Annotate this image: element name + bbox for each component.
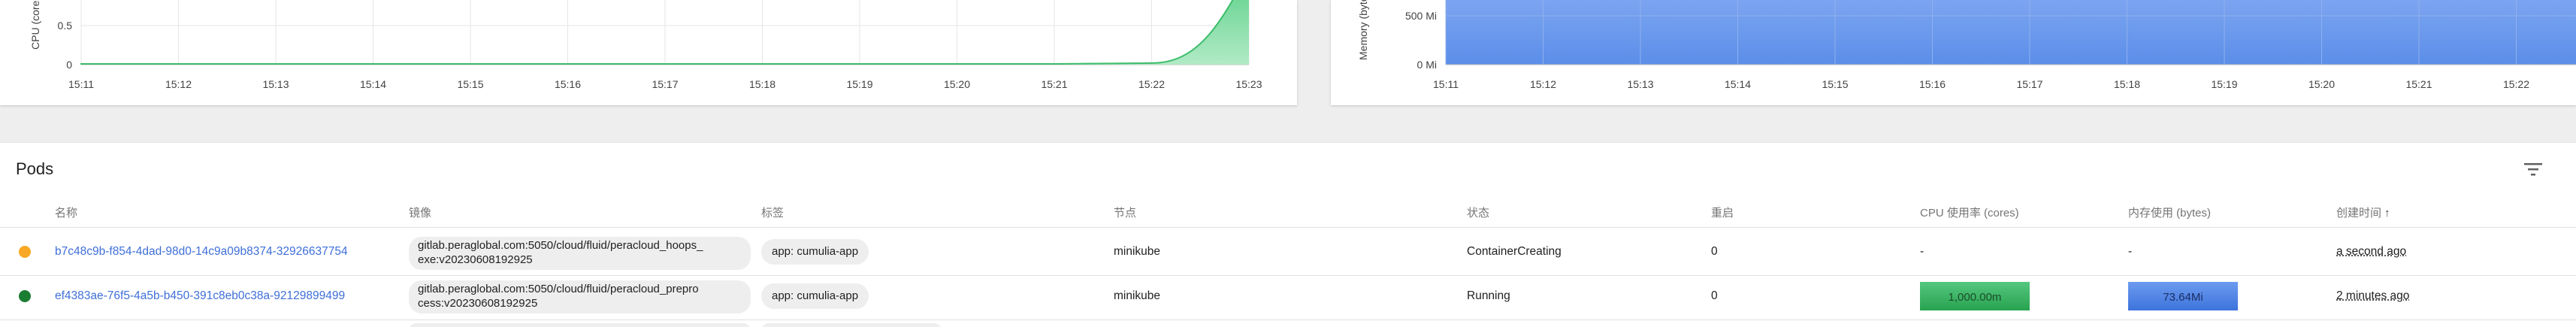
memory-x-tick-label: 15:13 xyxy=(1627,78,1653,90)
cpu-x-tick-label: 15:20 xyxy=(944,78,970,90)
memory-y-tick-label: 0 Mi xyxy=(1417,59,1437,71)
row-divider xyxy=(0,275,2576,276)
label-chip: app: cumulia-app xyxy=(761,283,869,309)
pod-image-line-2: exe:v20230608192925 xyxy=(418,253,533,266)
cpu-x-tick-label: 15:17 xyxy=(652,78,678,90)
pod-image-line-2: cess:v20230608192925 xyxy=(418,297,538,310)
running-status-icon xyxy=(19,290,31,302)
cpu-x-tick-label: 15:18 xyxy=(749,78,776,90)
cpu-x-tick-label: 15:11 xyxy=(68,78,94,90)
cpu-x-tick-label: 15:14 xyxy=(360,78,386,90)
label-chip xyxy=(761,323,942,327)
memory-y-tick-label: 500 Mi xyxy=(1405,10,1437,22)
pod-node: minikube xyxy=(1114,289,1161,302)
cpu-usage-card: 0.5 0 CPU (cores) 15:11 15:12 15:13 15:14 15:15… xyxy=(0,0,1297,105)
pod-image: gitlab.peraglobal.com:5050/cloud/fluid/p… xyxy=(418,282,699,310)
cpu-x-tick-label: 15:15 xyxy=(457,78,483,90)
column-header-image[interactable]: 镜像 xyxy=(409,204,431,220)
cpu-y-tick-label: 0 xyxy=(66,59,72,71)
pod-restarts: 0 xyxy=(1711,245,1718,258)
column-header-node[interactable]: 节点 xyxy=(1114,204,1136,220)
cpu-x-tick-label: 15:19 xyxy=(846,78,872,90)
memory-x-tick-label: 15:21 xyxy=(2405,78,2432,90)
pod-cpu-sparkline: 1,000.00m xyxy=(1920,282,2030,310)
sort-ascending-icon: ↑ xyxy=(2384,207,2390,220)
column-header-created[interactable]: 创建时间 ↑ xyxy=(2336,204,2390,220)
cpu-y-axis-label: CPU (cores) xyxy=(29,0,41,50)
memory-x-tick-label: 15:19 xyxy=(2211,78,2237,90)
column-header-status[interactable]: 状态 xyxy=(1467,204,1489,220)
memory-x-tick-label: 15:11 xyxy=(1433,78,1459,90)
pod-image-line-1: gitlab.peraglobal.com:5050/cloud/fluid/p… xyxy=(418,283,699,295)
pod-created-time: a second ago xyxy=(2336,245,2407,258)
cpu-x-tick-label: 15:13 xyxy=(262,78,289,90)
pod-image: gitlab.peraglobal.com:5050/cloud/fluid/p… xyxy=(418,238,703,267)
filter-icon[interactable] xyxy=(2522,159,2544,179)
memory-area xyxy=(1446,0,2576,65)
memory-x-tick-label: 15:18 xyxy=(2114,78,2140,90)
cpu-x-tick-label: 15:16 xyxy=(555,78,581,90)
pod-memory: 73.64Mi xyxy=(2163,291,2203,304)
pod-name-link[interactable]: b7c48c9b-f854-4dad-98d0-14c9a09b8374-329… xyxy=(55,245,348,259)
cpu-x-tick-label: 15:12 xyxy=(165,78,192,90)
column-header-labels[interactable]: 标签 xyxy=(761,204,784,220)
pending-status-icon xyxy=(19,246,31,258)
memory-usage-chart: 500 Mi 0 Mi Memory (bytes) 15:11 15:12 15:13 1… xyxy=(1357,0,2576,90)
pod-cpu: - xyxy=(1920,245,1924,258)
cpu-usage-chart: 0.5 0 CPU (cores) 15:11 15:12 15:13 15:14 15:15… xyxy=(29,0,1262,90)
cpu-y-tick-label: 0.5 xyxy=(58,20,73,32)
pod-image-line-1: gitlab.peraglobal.com:5050/cloud/fluid/p… xyxy=(418,239,703,252)
memory-x-tick-label: 15:16 xyxy=(1919,78,1946,90)
column-header-name[interactable]: 名称 xyxy=(55,204,77,220)
pod-created-time: 2 minutes ago xyxy=(2336,289,2410,302)
memory-x-tick-label: 15:17 xyxy=(2016,78,2042,90)
column-header-memory[interactable]: 内存使用 (bytes) xyxy=(2128,204,2211,220)
memory-x-tick-label: 15:22 xyxy=(2503,78,2529,90)
pod-memory: - xyxy=(2128,245,2133,258)
memory-x-tick-label: 15:12 xyxy=(1530,78,1556,90)
cpu-x-tick-label: 15:21 xyxy=(1041,78,1067,90)
pod-cpu: 1,000.00m xyxy=(1949,291,2002,304)
pod-name-link[interactable]: ef4383ae-76f5-4a5b-b450-391c8eb0c38a-921… xyxy=(55,289,345,303)
memory-y-axis-label: Memory (bytes) xyxy=(1357,0,1369,60)
column-header-restarts[interactable]: 重启 xyxy=(1711,204,1734,220)
pod-status: Running xyxy=(1467,289,1510,302)
pod-memory-sparkline: 73.64Mi xyxy=(2128,282,2238,310)
cpu-x-tick-label: 15:23 xyxy=(1235,78,1262,90)
memory-x-tick-label: 15:14 xyxy=(1725,78,1751,90)
header-divider xyxy=(0,227,2576,228)
column-header-created-label: 创建时间 xyxy=(2336,207,2382,220)
cpu-x-tick-label: 15:22 xyxy=(1138,78,1165,90)
memory-x-tick-label: 15:20 xyxy=(2308,78,2335,90)
image-chip xyxy=(409,323,751,327)
column-header-cpu[interactable]: CPU 使用率 (cores) xyxy=(1920,204,2019,220)
memory-usage-card: 500 Mi 0 Mi Memory (bytes) 15:11 15:12 15:13 1… xyxy=(1331,0,2576,105)
label-chip: app: cumulia-app xyxy=(761,239,869,265)
pod-node: minikube xyxy=(1114,245,1161,258)
row-divider xyxy=(0,319,2576,320)
memory-x-tick-label: 15:15 xyxy=(1822,78,1848,90)
pod-restarts: 0 xyxy=(1711,289,1718,302)
pods-title: Pods xyxy=(16,159,54,178)
pod-status: ContainerCreating xyxy=(1467,245,1562,258)
